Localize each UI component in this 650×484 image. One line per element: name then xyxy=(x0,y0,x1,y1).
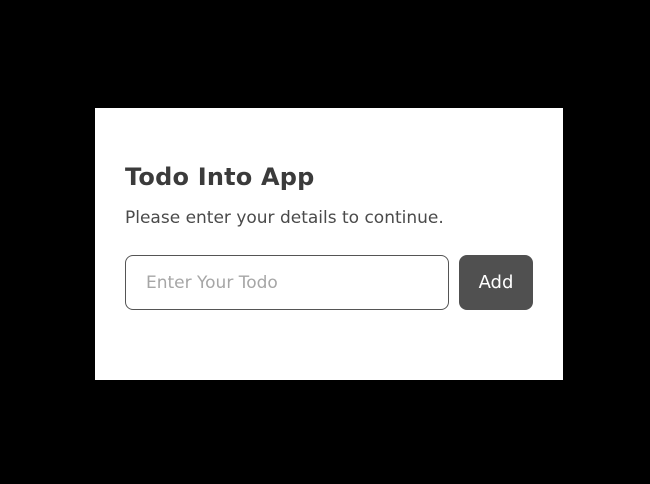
todo-card: Todo Into App Please enter your details … xyxy=(95,108,563,380)
page-subtitle: Please enter your details to continue. xyxy=(125,208,444,228)
todo-input[interactable] xyxy=(125,255,449,310)
add-button[interactable]: Add xyxy=(459,255,533,310)
page-title: Todo Into App xyxy=(125,163,315,191)
